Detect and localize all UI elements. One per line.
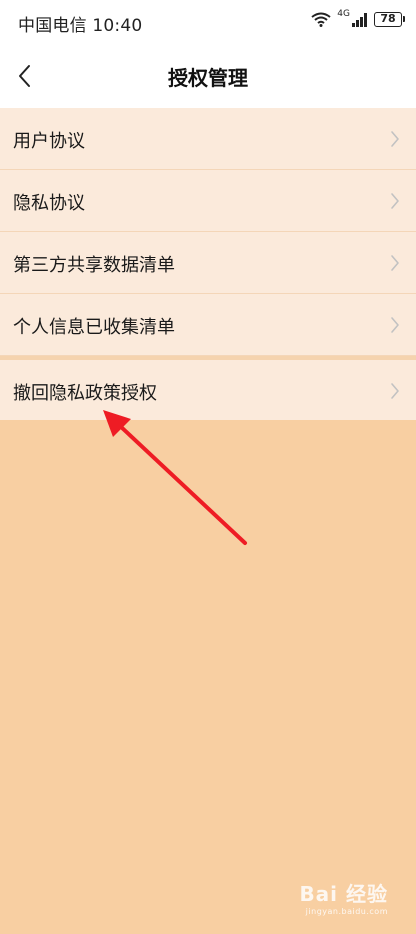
menu-item-label: 撤回隐私政策授权 [13, 383, 157, 404]
menu-item-privacy-agreement[interactable]: 隐私协议 [0, 170, 416, 232]
status-bar: 中国电信 10:40 4G 78 [0, 0, 416, 44]
menu-item-label: 用户协议 [13, 131, 85, 152]
nav-bar: 授权管理 [0, 44, 416, 108]
annotation-arrow-icon [103, 410, 247, 545]
menu-item-personal-info-collected-list[interactable]: 个人信息已收集清单 [0, 294, 416, 356]
battery-level: 78 [380, 12, 396, 25]
chevron-right-icon [391, 317, 399, 333]
wifi-icon [311, 12, 331, 27]
status-icons: 4G 78 [311, 8, 405, 27]
menu-item-label: 第三方共享数据清单 [13, 255, 175, 276]
watermark-url: jingyan.baidu.com [305, 907, 388, 916]
chevron-right-icon [391, 383, 399, 399]
menu-list: 用户协议 隐私协议 第三方共享数据清单 个人信息已收集清单 撤回隐私政策授权 [0, 108, 416, 420]
menu-item-user-agreement[interactable]: 用户协议 [0, 108, 416, 170]
watermark-logo: Bai 经验 [299, 882, 388, 906]
menu-item-third-party-data-list[interactable]: 第三方共享数据清单 [0, 232, 416, 294]
signal-icon [352, 12, 368, 27]
battery-icon: 78 [374, 12, 405, 27]
watermark: Bai 经验 jingyan.baidu.com [299, 878, 388, 916]
chevron-right-icon [391, 193, 399, 209]
carrier-time: 中国电信 10:40 [18, 16, 143, 36]
menu-item-label: 个人信息已收集清单 [13, 317, 175, 338]
chevron-right-icon [391, 131, 399, 147]
chevron-right-icon [391, 255, 399, 271]
page-title: 授权管理 [168, 66, 248, 90]
network-type: 4G [337, 8, 350, 19]
menu-item-label: 隐私协议 [13, 193, 85, 214]
